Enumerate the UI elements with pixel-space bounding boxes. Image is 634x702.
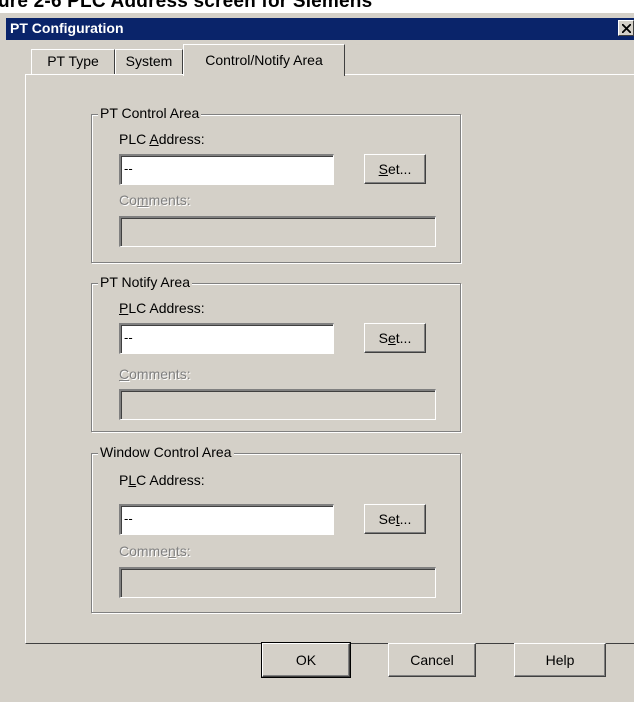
group-title: PT Control Area xyxy=(98,105,202,121)
comments-label: Comments: xyxy=(119,366,191,382)
close-button[interactable] xyxy=(618,20,634,36)
tab-label: System xyxy=(125,53,173,69)
tab-label: Control/Notify Area xyxy=(205,52,323,68)
ok-button[interactable]: OK xyxy=(261,642,351,678)
cancel-button[interactable]: Cancel xyxy=(388,643,476,677)
comments-input xyxy=(119,216,436,247)
tab-system[interactable]: System xyxy=(115,49,183,74)
set-button[interactable]: Set... xyxy=(364,154,426,184)
set-button[interactable]: Set... xyxy=(364,323,426,353)
group-title: Window Control Area xyxy=(98,444,234,460)
pt-control-area-group: PT Control Area PLC Address: -- Set... C… xyxy=(91,105,461,263)
tab-control-notify-area[interactable]: Control/Notify Area xyxy=(183,44,345,76)
plc-address-input[interactable]: -- xyxy=(119,504,334,535)
comments-label: Comments: xyxy=(119,192,191,208)
title-bar[interactable]: PT Configuration xyxy=(6,18,634,40)
figure-caption: ure 2-6 PLC Address screen for Siemens xyxy=(0,0,373,12)
plc-address-input[interactable]: -- xyxy=(119,154,334,185)
close-icon xyxy=(622,24,631,33)
plc-address-label: PLC Address: xyxy=(119,472,205,488)
help-button[interactable]: Help xyxy=(514,643,606,677)
comments-input xyxy=(119,567,436,598)
plc-address-label: PLC Address: xyxy=(119,131,205,147)
tab-pt-type[interactable]: PT Type xyxy=(31,49,115,74)
pt-notify-area-group: PT Notify Area PLC Address: -- Set... Co… xyxy=(91,274,461,432)
set-button[interactable]: Set... xyxy=(364,504,426,534)
comments-label: Comments: xyxy=(119,543,191,559)
tab-label: PT Type xyxy=(47,53,99,69)
comments-input xyxy=(119,389,436,420)
plc-address-input[interactable]: -- xyxy=(119,323,334,354)
group-title: PT Notify Area xyxy=(98,274,193,290)
window-control-area-group: Window Control Area PLC Address: -- Set.… xyxy=(91,444,461,613)
plc-address-label: PLC Address: xyxy=(119,300,205,316)
window-title: PT Configuration xyxy=(10,20,124,36)
